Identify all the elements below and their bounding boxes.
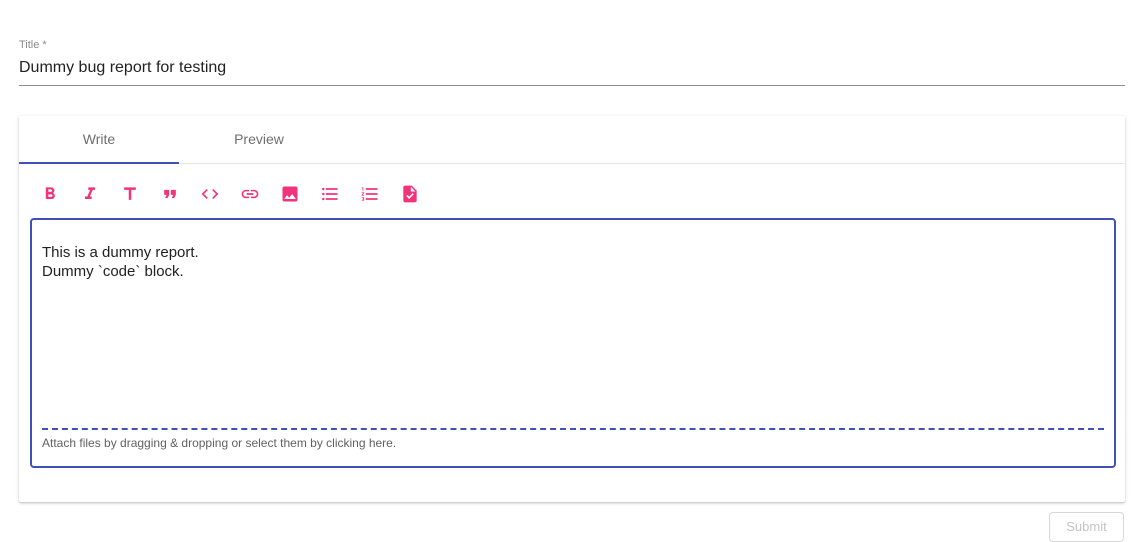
ordered-list-icon[interactable] (359, 183, 381, 205)
editor-tabs: Write Preview (19, 116, 1125, 164)
tab-write[interactable]: Write (19, 116, 179, 164)
bold-icon[interactable] (39, 183, 61, 205)
text-line: Dummy `code` block. (42, 263, 184, 280)
link-icon[interactable] (239, 183, 261, 205)
dropzone-hint: Attach files by dragging & dropping or s… (42, 436, 397, 450)
textarea-content: This is a dummy report. Dummy `code` blo… (42, 243, 199, 281)
title-label: Title * (19, 39, 47, 51)
code-icon[interactable] (199, 183, 221, 205)
italic-icon[interactable] (79, 183, 101, 205)
text-line: This is a dummy report. (42, 244, 199, 261)
header-icon[interactable] (119, 183, 141, 205)
markdown-editor: Write Preview This is a dummy report. Du… (19, 116, 1125, 502)
file-dropzone[interactable]: Attach files by dragging & dropping or s… (42, 428, 1104, 460)
markdown-textarea[interactable]: This is a dummy report. Dummy `code` blo… (30, 218, 1116, 468)
title-field[interactable]: Title * Dummy bug report for testing (19, 38, 1125, 86)
title-input-value[interactable]: Dummy bug report for testing (19, 59, 226, 77)
unordered-list-icon[interactable] (319, 183, 341, 205)
task-list-icon[interactable] (399, 183, 421, 205)
image-icon[interactable] (279, 183, 301, 205)
quote-icon[interactable] (159, 183, 181, 205)
tab-preview[interactable]: Preview (179, 116, 339, 163)
submit-button[interactable]: Submit (1049, 512, 1124, 542)
